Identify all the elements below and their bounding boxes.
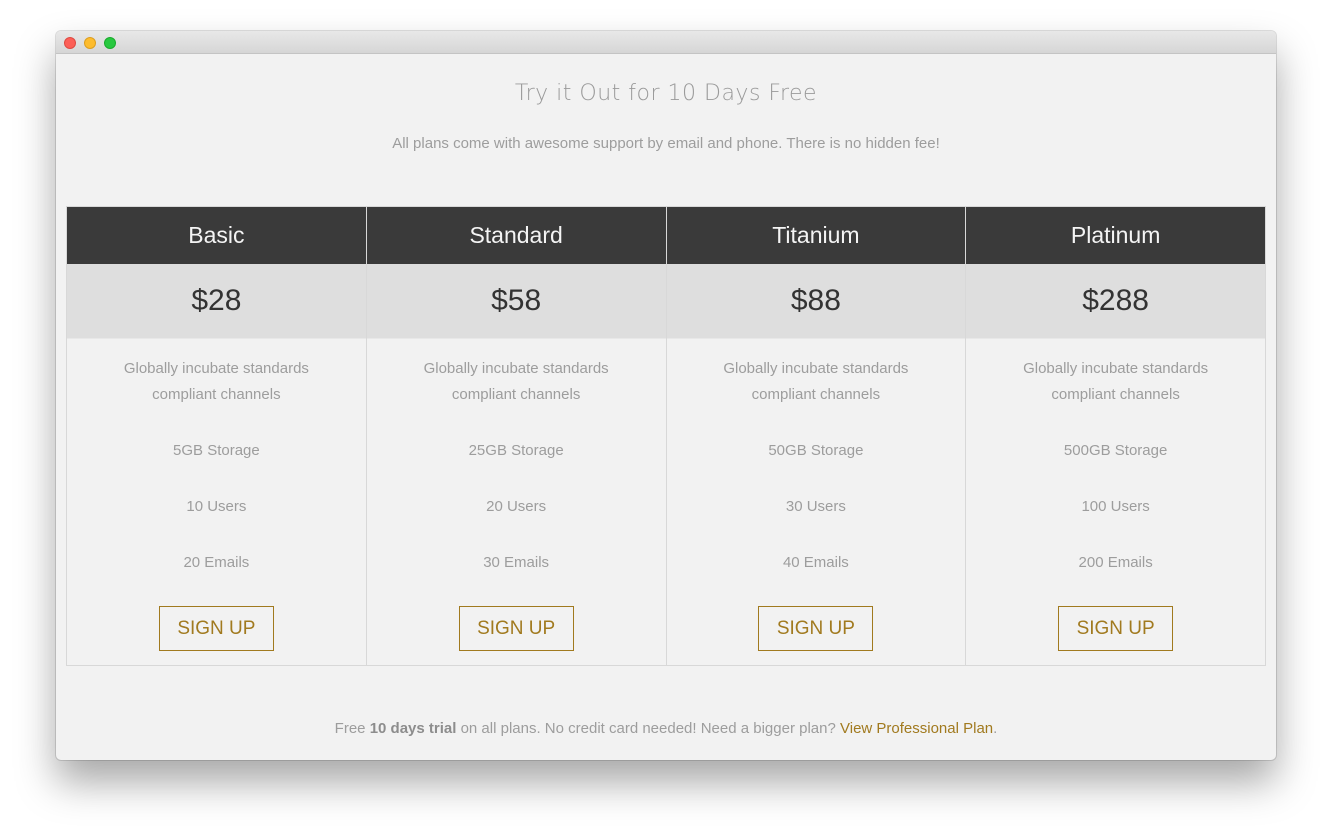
- signup-button-titanium[interactable]: SIGN UP: [758, 606, 874, 651]
- plan-emails: 200 Emails: [1078, 554, 1153, 571]
- footer-trial-highlight: 10 days trial: [369, 720, 457, 737]
- plan-storage: 500GB Storage: [1063, 442, 1168, 459]
- plan-storage: 5GB Storage: [173, 442, 260, 459]
- plan-name: Platinum: [966, 207, 1265, 264]
- plan-emails: 40 Emails: [782, 554, 849, 571]
- plan-column-platinum: Platinum $288 Globally incubate standard…: [966, 207, 1265, 665]
- plan-storage: 25GB Storage: [468, 442, 564, 459]
- footer-suffix: .: [993, 720, 998, 737]
- signup-button-platinum[interactable]: SIGN UP: [1058, 606, 1174, 651]
- plan-description: Globally incubate standards compliant ch…: [723, 360, 909, 403]
- window-titlebar: [56, 31, 1276, 54]
- maximize-window-button[interactable]: [104, 37, 116, 49]
- plan-price: $88: [666, 264, 966, 339]
- plan-users: 100 Users: [1081, 498, 1150, 515]
- plan-users: 10 Users: [186, 498, 247, 515]
- page-subtitle: All plans come with awesome support by e…: [392, 135, 940, 152]
- plan-column-standard: Standard $58 Globally incubate standards…: [366, 207, 667, 665]
- plan-price: $288: [966, 264, 1265, 339]
- browser-window: Try it Out for 10 Days Free All plans co…: [56, 31, 1276, 760]
- footer-note: Free 10 days trial on all plans. No cred…: [56, 720, 1276, 737]
- plan-users: 20 Users: [486, 498, 547, 515]
- plan-price: $58: [366, 264, 666, 339]
- signup-button-standard[interactable]: SIGN UP: [458, 606, 574, 651]
- plan-column-titanium: Titanium $88 Globally incubate standards…: [666, 207, 967, 665]
- plan-users: 30 Users: [785, 498, 846, 515]
- footer-prefix: Free: [334, 720, 370, 737]
- plan-name: Standard: [366, 207, 666, 264]
- pricing-table: Basic $28 Globally incubate standards co…: [66, 206, 1266, 666]
- plan-emails: 30 Emails: [483, 554, 550, 571]
- view-professional-plan-link[interactable]: View Professional Plan: [840, 720, 993, 737]
- minimize-window-button[interactable]: [84, 37, 96, 49]
- plan-storage: 50GB Storage: [768, 442, 864, 459]
- page-title: Try it Out for 10 Days Free: [514, 81, 818, 106]
- plan-name: Basic: [67, 207, 366, 264]
- plan-name: Titanium: [666, 207, 966, 264]
- plan-emails: 20 Emails: [183, 554, 250, 571]
- footer-middle: on all plans. No credit card needed! Nee…: [456, 720, 840, 737]
- plan-description: Globally incubate standards compliant ch…: [123, 360, 309, 403]
- plan-description: Globally incubate standards compliant ch…: [1023, 360, 1209, 403]
- close-window-button[interactable]: [64, 37, 76, 49]
- signup-button-basic[interactable]: SIGN UP: [158, 606, 274, 651]
- plan-price: $28: [67, 264, 366, 339]
- plan-description: Globally incubate standards compliant ch…: [423, 360, 609, 403]
- plan-column-basic: Basic $28 Globally incubate standards co…: [67, 207, 367, 665]
